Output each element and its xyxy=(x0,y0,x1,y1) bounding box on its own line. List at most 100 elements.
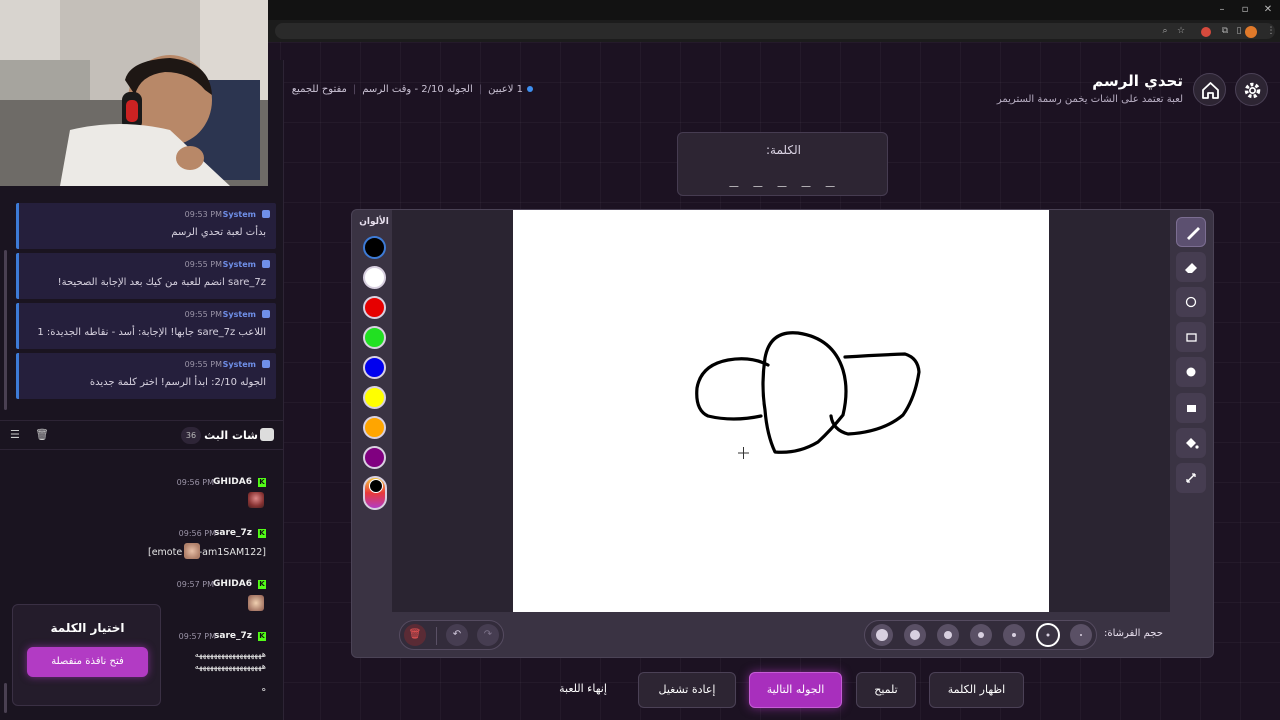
color-swatch[interactable] xyxy=(363,386,386,409)
word-blanks: _ _ _ _ _ xyxy=(729,169,838,187)
home-button[interactable] xyxy=(1193,73,1226,106)
brush-tool[interactable] xyxy=(1176,217,1206,247)
message-time: 09:56 PM xyxy=(178,529,216,538)
eraser-icon xyxy=(1185,263,1197,273)
fill-tool[interactable] xyxy=(1176,428,1206,458)
undo-button[interactable]: ↶ xyxy=(446,624,468,646)
system-icon xyxy=(262,210,270,218)
minimize-icon[interactable]: – xyxy=(1214,3,1230,17)
current-color xyxy=(369,479,383,493)
zoom-icon[interactable]: ⌕ xyxy=(1158,25,1172,37)
line-tool[interactable] xyxy=(1176,463,1206,493)
trash-icon[interactable]: 🗑 xyxy=(35,428,49,441)
list-icon[interactable]: ☰ xyxy=(10,428,20,441)
message-time: 09:57 PM xyxy=(178,632,216,641)
chat-message: K sare_7z 09:56 PM s-am1SAM122] [emote xyxy=(0,523,284,563)
clear-button[interactable]: 🗑 xyxy=(404,624,426,646)
chat-header: شات البث 36 🗑 ☰ xyxy=(0,420,284,450)
home-icon xyxy=(1202,82,1219,99)
brush-size-option[interactable] xyxy=(904,624,926,646)
brush-size-option[interactable] xyxy=(871,624,893,646)
open-window-button[interactable]: فتح نافذة منفصلة xyxy=(27,647,148,677)
divider xyxy=(436,627,437,645)
message-author: System xyxy=(222,260,256,269)
colors-label: الألوان xyxy=(359,217,389,227)
message-author: GHIDA6 xyxy=(213,477,252,487)
color-swatch[interactable] xyxy=(363,416,386,439)
emote-image xyxy=(248,595,264,611)
page-subtitle: لعبة تعتمد على الشات يخمن رسمة الستريمر xyxy=(996,94,1183,105)
profile-avatar[interactable] xyxy=(1245,26,1257,38)
message-time: 09:55 PM xyxy=(184,260,222,269)
brush-size-option-selected[interactable] xyxy=(1036,623,1060,647)
rectangle-tool[interactable] xyxy=(1176,322,1206,352)
word-box: الكلمة: _ _ _ _ _ xyxy=(677,132,888,196)
color-swatch[interactable] xyxy=(363,266,386,289)
brush-icon xyxy=(1187,227,1200,240)
drawing-canvas[interactable] xyxy=(513,210,1049,612)
chat-title: شات البث xyxy=(204,429,258,442)
reveal-word-button[interactable]: اظهار الكلمة xyxy=(929,672,1024,708)
hint-button[interactable]: تلميح xyxy=(856,672,916,708)
color-swatch[interactable] xyxy=(363,446,386,469)
extension-icon[interactable] xyxy=(1201,27,1211,37)
players-count: 1 لاعبين xyxy=(488,84,523,95)
message-text: ههههههههههههههههههه xyxy=(194,650,266,659)
color-swatch[interactable] xyxy=(363,236,386,259)
widget-title: اختيار الكلمة xyxy=(50,621,125,635)
maximize-icon[interactable]: ▫ xyxy=(1237,3,1253,17)
next-round-button[interactable]: الجوله التالية xyxy=(749,672,842,708)
filled-circle-tool[interactable] xyxy=(1176,357,1206,387)
menu-icon[interactable]: ⋮ xyxy=(1264,25,1278,37)
edit-controls: 🗑 ↶ ↷ xyxy=(399,620,504,650)
system-message: System 09:55 PM sare_7z انضم للعبة من كي… xyxy=(16,253,276,299)
redo-button[interactable]: ↷ xyxy=(477,624,499,646)
message-text: ههههههههههههههههههه xyxy=(194,662,266,671)
settings-button[interactable] xyxy=(1235,73,1268,106)
eraser-tool[interactable] xyxy=(1176,252,1206,282)
scrollbar[interactable] xyxy=(4,250,7,410)
color-swatch[interactable] xyxy=(363,296,386,319)
system-icon xyxy=(262,360,270,368)
restart-button[interactable]: إعادة تشغيل xyxy=(638,672,736,708)
fill-bucket-icon xyxy=(1186,438,1199,449)
drawing-strokes xyxy=(695,331,921,459)
chat-count-badge: 36 xyxy=(181,427,201,444)
end-game-button[interactable]: إنهاء اللعبة xyxy=(540,672,626,708)
star-icon[interactable]: ☆ xyxy=(1174,25,1188,37)
message-author: GHIDA6 xyxy=(213,579,252,589)
message-author: sare_7z xyxy=(214,528,252,538)
scrollbar[interactable] xyxy=(4,683,7,713)
gear-icon xyxy=(1244,82,1261,99)
filled-rectangle-icon xyxy=(1187,405,1196,412)
address-bar[interactable] xyxy=(275,23,1275,39)
circle-tool[interactable] xyxy=(1176,287,1206,317)
webcam-image xyxy=(0,0,268,186)
message-text: s-am1SAM122] xyxy=(193,547,266,558)
message-text: [emote xyxy=(148,547,183,558)
color-swatch[interactable] xyxy=(363,326,386,349)
brush-size-option[interactable] xyxy=(1003,624,1025,646)
kick-icon: K xyxy=(258,632,266,641)
puzzle-icon[interactable]: ⧉ xyxy=(1218,25,1232,37)
mode-status: مفتوح للجميع xyxy=(291,84,347,95)
system-message: System 09:55 PM الجوله 2/10: ابدأ الرسم!… xyxy=(16,353,276,399)
word-select-widget: اختيار الكلمة فتح نافذة منفصلة xyxy=(12,604,161,706)
brush-size-option[interactable] xyxy=(1070,624,1092,646)
color-swatch[interactable] xyxy=(363,356,386,379)
filled-rectangle-tool[interactable] xyxy=(1176,393,1206,423)
message-author: System xyxy=(222,310,256,319)
message-author: System xyxy=(222,210,256,219)
message-text: بدأت لعبة تحدي الرسم xyxy=(171,227,266,238)
brush-size-option[interactable] xyxy=(937,624,959,646)
message-author: System xyxy=(222,360,256,369)
close-icon[interactable]: ✕ xyxy=(1260,3,1276,17)
message-time: 09:55 PM xyxy=(184,310,222,319)
brush-size-label: حجم الفرشاة: xyxy=(1104,628,1163,639)
kick-icon: K xyxy=(258,580,266,589)
emote-image xyxy=(184,543,200,559)
system-icon xyxy=(262,260,270,268)
rectangle-icon xyxy=(1186,333,1197,342)
sidepanel-icon[interactable]: ▯ xyxy=(1232,25,1246,37)
brush-size-option[interactable] xyxy=(970,624,992,646)
